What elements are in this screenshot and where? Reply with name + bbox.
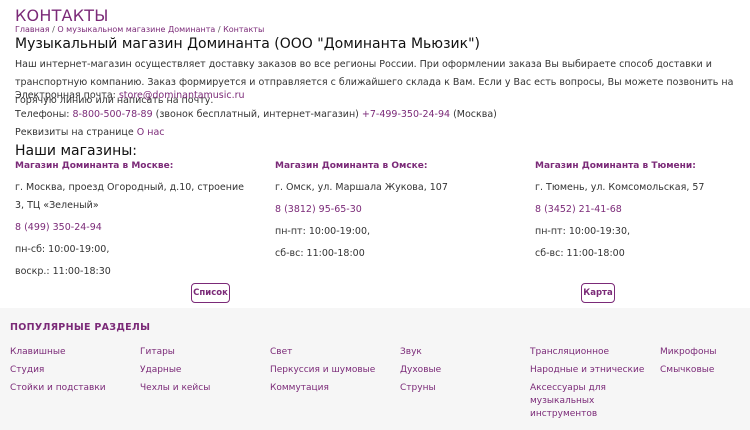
store-address: г. Омск, ул. Маршала Жукова, 107 bbox=[275, 182, 448, 193]
store-hours: воскр.: 11:00-18:30 bbox=[15, 266, 111, 277]
footer-link[interactable]: Клавишные bbox=[10, 347, 66, 357]
phone-moscow-link[interactable]: +7-499-350-24-94 bbox=[362, 109, 450, 120]
store-omsk: Магазин Доминанта в Омске: г. Омск, ул. … bbox=[275, 160, 505, 263]
phone-free-note: (звонок бесплатный, интернет-магазин) bbox=[152, 109, 362, 120]
store-name: Магазин Доминанта в Омске: bbox=[275, 161, 428, 171]
popular-sections-footer: ПОПУЛЯРНЫЕ РАЗДЕЛЫ Клавишные Студия Стой… bbox=[0, 308, 750, 430]
footer-link[interactable]: Духовые bbox=[400, 365, 441, 375]
map-view-button[interactable]: Карта bbox=[581, 283, 615, 303]
email-link[interactable]: store@dominantamusic.ru bbox=[119, 90, 245, 101]
store-moscow: Магазин Доминанта в Москве: г. Москва, п… bbox=[15, 160, 245, 281]
breadcrumb: Главная / О музыкальном магазине Доминан… bbox=[15, 25, 264, 34]
footer-column: Звук Духовые Струны bbox=[400, 346, 520, 400]
footer-link[interactable]: Звук bbox=[400, 347, 422, 357]
store-name: Магазин Доминанта в Москве: bbox=[15, 161, 174, 171]
requisites-label: Реквизиты на странице bbox=[15, 127, 137, 138]
footer-link[interactable]: Перкуссия и шумовые bbox=[270, 365, 375, 375]
footer-link[interactable]: Микрофоны bbox=[660, 347, 716, 357]
footer-link[interactable]: Коммутация bbox=[270, 383, 329, 393]
phone-free-link[interactable]: 8-800-500-78-89 bbox=[72, 109, 152, 120]
stores-heading: Наши магазины: bbox=[15, 143, 138, 159]
footer-link[interactable]: Смычковые bbox=[660, 365, 714, 375]
store-tyumen: Магазин Доминанта в Тюмени: г. Тюмень, у… bbox=[535, 160, 750, 263]
intro-text: Наш интернет-магазин осуществляет достав… bbox=[15, 59, 734, 106]
footer-link[interactable]: Стойки и подставки bbox=[10, 383, 106, 393]
phones-line: Телефоны: 8-800-500-78-89 (звонок беспла… bbox=[15, 109, 497, 120]
breadcrumb-home-link[interactable]: Главная bbox=[15, 25, 50, 34]
about-link[interactable]: О нас bbox=[137, 127, 165, 138]
store-phone-link[interactable]: 8 (499) 350-24-94 bbox=[15, 222, 102, 233]
breadcrumb-separator: / bbox=[215, 25, 224, 34]
footer-column: Гитары Ударные Чехлы и кейсы bbox=[140, 346, 260, 400]
footer-link[interactable]: Струны bbox=[400, 383, 436, 393]
phone-moscow-note: (Москва) bbox=[450, 109, 497, 120]
store-hours: пн-пт: 10:00-19:00, bbox=[275, 226, 371, 237]
company-heading: Музыкальный магазин Доминанта (ООО "Доми… bbox=[15, 36, 480, 52]
footer-link[interactable]: Народные и этнические bbox=[530, 365, 644, 375]
footer-link[interactable]: Гитары bbox=[140, 347, 175, 357]
footer-link[interactable]: Ударные bbox=[140, 365, 181, 375]
footer-link[interactable]: Свет bbox=[270, 347, 292, 357]
store-name: Магазин Доминанта в Тюмени: bbox=[535, 161, 696, 171]
store-hours: сб-вс: 11:00-18:00 bbox=[275, 248, 365, 259]
footer-column: Трансляционное Народные и этнические Акс… bbox=[530, 346, 655, 426]
footer-column: Микрофоны Смычковые bbox=[660, 346, 745, 382]
footer-link[interactable]: Студия bbox=[10, 365, 44, 375]
store-address: г. Тюмень, ул. Комсомольская, 57 bbox=[535, 182, 705, 193]
breadcrumb-current: Контакты bbox=[223, 25, 265, 34]
footer-link[interactable]: Трансляционное bbox=[530, 347, 609, 357]
footer-link[interactable]: Аксессуары для музыкальных инструментов bbox=[530, 383, 606, 419]
phones-label: Телефоны: bbox=[15, 109, 73, 120]
list-view-button[interactable]: Список bbox=[191, 283, 230, 303]
store-address: г. Москва, проезд Огородный, д.10, строе… bbox=[15, 182, 245, 211]
store-phone-link[interactable]: 8 (3812) 95-65-30 bbox=[275, 204, 362, 215]
store-phone-link[interactable]: 8 (3452) 21-41-68 bbox=[535, 204, 622, 215]
store-hours: пн-сб: 10:00-19:00, bbox=[15, 244, 110, 255]
store-hours: сб-вс: 11:00-18:00 bbox=[535, 248, 625, 259]
footer-column: Клавишные Студия Стойки и подставки bbox=[10, 346, 130, 400]
email-label: Электронная почта: bbox=[15, 90, 119, 101]
breadcrumb-about-link[interactable]: О музыкальном магазине Доминанта bbox=[57, 25, 215, 34]
store-hours: пн-пт: 10:00-19:30, bbox=[535, 226, 631, 237]
requisites-line: Реквизиты на странице О нас bbox=[15, 127, 165, 138]
popular-sections-title: ПОПУЛЯРНЫЕ РАЗДЕЛЫ bbox=[10, 322, 151, 333]
page-title: КОНТАКТЫ bbox=[15, 6, 109, 25]
email-line: Электронная почта: store@dominantamusic.… bbox=[15, 90, 245, 101]
footer-column: Свет Перкуссия и шумовые Коммутация bbox=[270, 346, 390, 400]
footer-link[interactable]: Чехлы и кейсы bbox=[140, 383, 210, 393]
